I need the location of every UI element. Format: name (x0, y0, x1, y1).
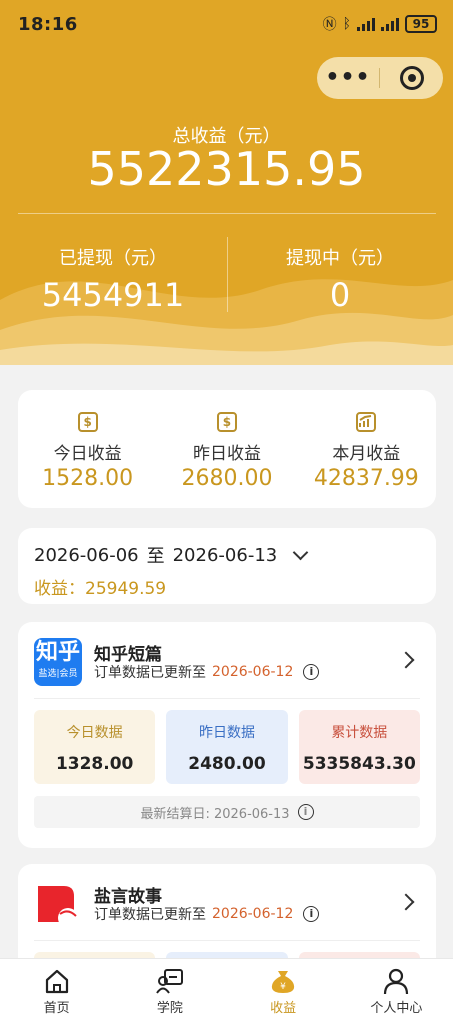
bluetooth-icon: ᛒ (342, 16, 351, 32)
tab-profile[interactable]: 个人中心 (340, 959, 453, 1024)
chevron-right-icon[interactable] (397, 651, 415, 669)
target-icon (399, 66, 424, 90)
tab-label: 收益 (270, 1001, 297, 1016)
battery-icon: 95 (405, 15, 437, 33)
box-label: 累计数据 (331, 725, 388, 741)
divider (34, 698, 420, 699)
zhihu-logo-icon: 知乎 盐选|会员 (34, 638, 82, 686)
dollar-icon: $ (77, 412, 98, 432)
header-divider (18, 213, 436, 214)
info-icon[interactable]: i (303, 906, 320, 922)
tab-label: 首页 (43, 1001, 70, 1016)
withdrawn-label: 已提现（元） (59, 248, 167, 269)
person-icon (340, 967, 453, 995)
today-data-box: 今日数据 1328.00 (34, 710, 156, 784)
close-miniapp-button[interactable] (380, 66, 443, 90)
home-icon (0, 967, 113, 995)
system-icons: Ⓝ ᛒ 95 (323, 14, 437, 34)
info-icon[interactable]: i (303, 664, 320, 680)
stat-value: 1528.00 (42, 466, 134, 491)
cumulative-data-box: 累计数据 5335843.30 (298, 710, 420, 784)
chevron-right-icon[interactable] (397, 893, 415, 911)
app-header[interactable]: 知乎 盐选|会员 知乎短篇 订单数据已更新至 2026-06-12 i (18, 622, 436, 698)
miniapp-capsule: ••• (317, 57, 443, 99)
withdrawn-value: 5454911 (41, 276, 185, 314)
dollar-icon: $ (216, 412, 237, 432)
status-bar: 18:16 Ⓝ ᛒ 95 (0, 0, 453, 52)
tab-home[interactable]: 首页 (0, 959, 113, 1024)
academy-icon (113, 967, 226, 995)
nfc-icon: Ⓝ (322, 17, 337, 33)
update-info: 订单数据已更新至 2026-06-12 i (94, 904, 320, 924)
tab-label: 学院 (156, 1001, 183, 1016)
stat-value: 42837.99 (313, 466, 419, 491)
logo-text: 知乎 (35, 640, 80, 665)
update-date: 2026-06-12 (212, 906, 294, 922)
withdrawn-column: 已提现（元） 5454911 (0, 244, 226, 314)
earnings-header: 18:16 Ⓝ ᛒ 95 ••• 总收益（元） 5522315.95 已提现（元… (0, 0, 453, 365)
range-income: 收益：25949.59 (34, 579, 167, 599)
box-value: 5335843.30 (302, 754, 416, 774)
settlement-date-bar: 最新结算日: 2026-06-13 i (34, 796, 420, 828)
stat-label: 本月收益 (332, 444, 401, 464)
info-icon[interactable]: i (297, 804, 314, 820)
yesterday-data-box: 昨日数据 2480.00 (166, 710, 288, 784)
earnings-summary-card: $ 今日收益 1528.00 $ 昨日收益 2680.00 本月收益 42837… (18, 390, 436, 508)
box-label: 今日数据 (66, 725, 123, 741)
stat-month: 本月收益 42837.99 (297, 390, 436, 508)
tab-earnings[interactable]: ¥ 收益 (227, 959, 340, 1024)
divider (34, 940, 420, 941)
range-end: 2026-06-13 (172, 544, 278, 566)
app-header[interactable]: 盐言故事 订单数据已更新至 2026-06-12 i (18, 864, 436, 940)
stat-label: 今日收益 (53, 444, 122, 464)
stat-value: 2680.00 (181, 466, 273, 491)
pending-label: 提现中（元） (286, 248, 394, 269)
status-time: 18:16 (18, 14, 78, 35)
tab-academy[interactable]: 学院 (113, 959, 226, 1024)
update-date: 2026-06-12 (212, 664, 294, 680)
chevron-down-icon[interactable] (292, 544, 309, 560)
bottom-tab-bar: 首页 学院 ¥ 收益 个人中心 (0, 958, 453, 1024)
pending-value: 0 (329, 276, 351, 314)
update-prefix: 订单数据已更新至 (94, 665, 206, 681)
update-info: 订单数据已更新至 2026-06-12 i (94, 662, 320, 682)
date-range-selector[interactable]: 2026-06-06 至 2026-06-13 (34, 542, 420, 568)
more-options-button[interactable]: ••• (317, 57, 379, 99)
pending-column: 提现中（元） 0 (227, 244, 453, 314)
money-bag-icon: ¥ (227, 967, 340, 995)
yanyan-logo-icon (34, 880, 82, 928)
box-value: 1328.00 (55, 754, 134, 774)
app-card-zhihu: 知乎 盐选|会员 知乎短篇 订单数据已更新至 2026-06-12 i 今日数据… (18, 622, 436, 848)
settlement-date: 最新结算日: 2026-06-13 (140, 806, 290, 822)
box-label: 昨日数据 (198, 725, 255, 741)
signal-icon (357, 17, 375, 31)
total-earnings-value: 5522315.95 (87, 142, 366, 196)
stat-yesterday: $ 昨日收益 2680.00 (157, 390, 296, 508)
stat-label: 昨日收益 (192, 444, 261, 464)
svg-text:¥: ¥ (280, 982, 286, 992)
tab-label: 个人中心 (370, 1001, 423, 1016)
range-start: 2026-06-06 (34, 544, 139, 566)
range-separator: 至 (146, 546, 165, 567)
stat-today: $ 今日收益 1528.00 (18, 390, 157, 508)
date-range-card[interactable]: 2026-06-06 至 2026-06-13 收益：25949.59 (18, 528, 436, 604)
logo-subtext: 盐选|会员 (38, 669, 78, 679)
box-value: 2480.00 (188, 754, 266, 774)
update-prefix: 订单数据已更新至 (94, 907, 206, 923)
signal-icon-2 (381, 17, 399, 31)
chart-icon (356, 412, 377, 432)
data-boxes: 今日数据 1328.00 昨日数据 2480.00 累计数据 5335843.3… (34, 710, 420, 784)
